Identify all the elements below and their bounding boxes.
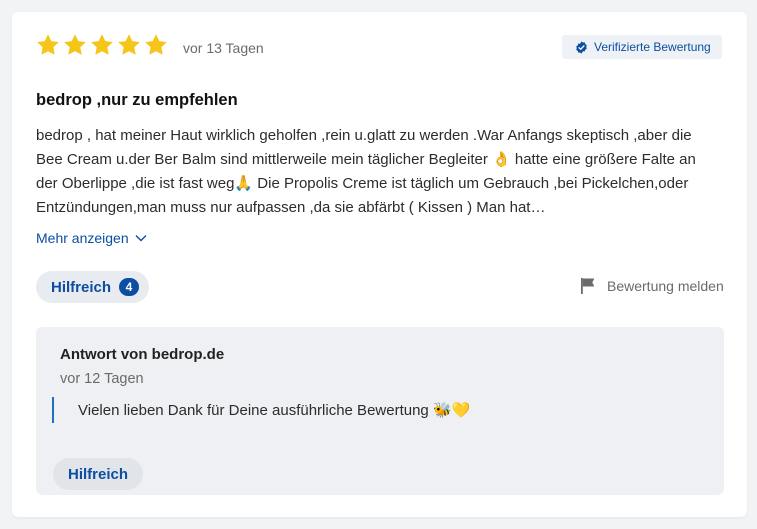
helpful-label: Hilfreich bbox=[51, 278, 112, 296]
report-review-button[interactable]: Bewertung melden bbox=[580, 277, 724, 295]
star-icon bbox=[118, 34, 140, 55]
review-body: bedrop , hat meiner Haut wirklich geholf… bbox=[36, 127, 696, 216]
verified-label: Verifizierte Bewertung bbox=[594, 40, 711, 54]
review-date: vor 13 Tagen bbox=[183, 40, 264, 56]
review-card: vor 13 Tagen Verifizierte Bewertung bedr… bbox=[12, 12, 747, 517]
chevron-down-icon bbox=[135, 235, 147, 242]
merchant-reply: Antwort von bedrop.de vor 12 Tagen Viele… bbox=[36, 327, 724, 495]
flag-icon bbox=[581, 278, 595, 294]
star-icon bbox=[145, 34, 167, 55]
reply-title: Antwort von bedrop.de bbox=[60, 346, 225, 363]
reply-helpful-button[interactable]: Hilfreich bbox=[53, 458, 144, 490]
star-icon bbox=[64, 34, 86, 55]
reply-text: Vielen lieben Dank für Deine ausführlich… bbox=[52, 397, 470, 423]
helpful-button[interactable]: Hilfreich 4 bbox=[36, 271, 150, 303]
star-icon bbox=[91, 34, 113, 55]
verified-badge: Verifizierte Bewertung bbox=[562, 35, 722, 59]
show-more-button[interactable]: Mehr anzeigen bbox=[36, 230, 147, 246]
review-title: bedrop ,nur zu empfehlen bbox=[36, 91, 238, 109]
star-rating bbox=[36, 33, 168, 57]
star-icon bbox=[37, 34, 59, 55]
reply-date: vor 12 Tagen bbox=[60, 371, 144, 387]
helpful-count-badge: 4 bbox=[119, 278, 140, 296]
show-more-label: Mehr anzeigen bbox=[36, 230, 129, 246]
report-label: Bewertung melden bbox=[607, 278, 724, 294]
verified-check-icon bbox=[576, 40, 587, 54]
